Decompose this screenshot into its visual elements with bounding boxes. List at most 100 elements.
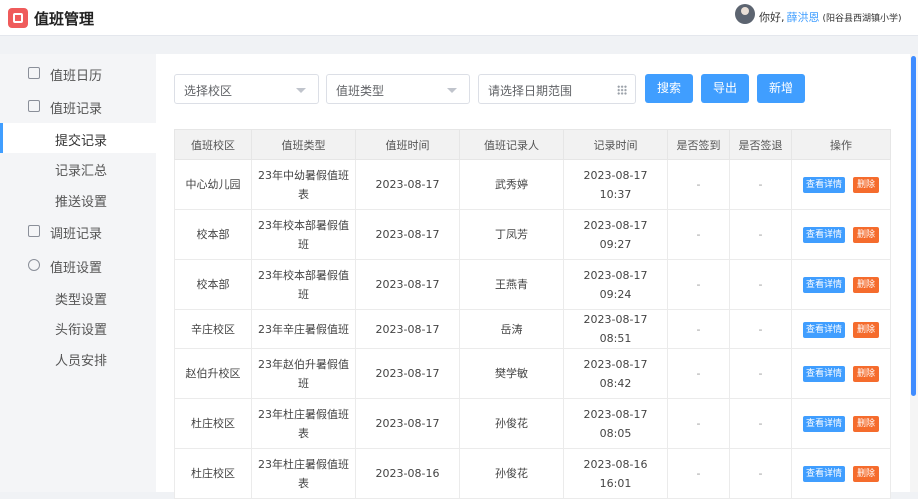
add-button[interactable]: 新增: [757, 74, 805, 103]
user-info: 你好, 薛洪恩 (阳谷县西湖镇小学): [759, 9, 902, 25]
export-button[interactable]: 导出: [701, 74, 749, 103]
date-range-picker[interactable]: 请选择日期范围: [478, 74, 636, 104]
cell-record-time: 2023-08-17 10:37: [563, 159, 668, 210]
cell-signin: -: [667, 159, 730, 210]
cell-record-time: 2023-08-16 16:01: [563, 448, 668, 499]
calendar-icon: [28, 67, 40, 79]
user-name-link[interactable]: 薛洪恩: [787, 11, 820, 24]
cell-record-time: 2023-08-17 09:24: [563, 259, 668, 310]
cell-campus: 辛庄校区: [174, 309, 252, 349]
cell-campus: 校本部: [174, 209, 252, 260]
cell-type: 23年校本部暑假值班: [251, 259, 356, 310]
cell-campus: 杜庄校区: [174, 398, 252, 449]
cell-date: 2023-08-17: [355, 209, 460, 260]
cell-type: 23年校本部暑假值班: [251, 209, 356, 260]
cell-actions: 查看详情 删除: [791, 159, 891, 210]
cell-signout: -: [729, 309, 792, 349]
app-logo-icon: [8, 8, 28, 28]
cell-recorder: 孙俊花: [459, 448, 564, 499]
sidebar-item-shift-swap[interactable]: 调班记录: [0, 216, 156, 246]
view-details-button[interactable]: 查看详情: [802, 321, 845, 338]
column-header: 是否签到: [667, 129, 730, 160]
app-title: 值班管理: [34, 10, 95, 28]
header-spacer: [0, 36, 918, 54]
cell-type: 23年赵伯升暑假值班: [251, 348, 356, 399]
cell-signout: -: [729, 159, 792, 210]
view-details-button[interactable]: 查看详情: [802, 227, 845, 243]
cell-recorder: 岳涛: [459, 309, 564, 349]
cell-signin: -: [667, 209, 730, 260]
campus-select-placeholder: 选择校区: [184, 84, 233, 98]
sidebar-item-label: 记录汇总: [55, 164, 108, 179]
delete-button[interactable]: 删除: [853, 321, 880, 338]
user-avatar[interactable]: [735, 4, 755, 24]
cell-date: 2023-08-17: [355, 348, 460, 399]
sidebar-item-submit-records[interactable]: 提交记录: [0, 123, 156, 153]
sidebar-item-push-settings[interactable]: 推送设置: [0, 184, 156, 214]
cell-actions: 查看详情 删除: [791, 448, 891, 499]
sidebar-item-record-summary[interactable]: 记录汇总: [0, 153, 156, 183]
top-header: 值班管理 你好, 薛洪恩 (阳谷县西湖镇小学): [0, 0, 918, 36]
sidebar-item-label: 类型设置: [55, 293, 108, 308]
sidebar-item-type-settings[interactable]: 类型设置: [0, 282, 156, 312]
view-details-button[interactable]: 查看详情: [802, 277, 845, 293]
cell-actions: 查看详情 删除: [791, 259, 891, 310]
table-header-row: 值班校区 值班类型 值班时间 值班记录人 记录时间 是否签到 是否签退 操作: [174, 129, 891, 160]
view-details-button[interactable]: 查看详情: [802, 466, 845, 482]
table-row: 中心幼儿园 23年中幼暑假值班表 2023-08-17 武秀婷 2023-08-…: [174, 159, 891, 210]
gear-icon: [28, 259, 40, 271]
delete-button[interactable]: 删除: [853, 466, 880, 482]
sidebar-item-label: 值班记录: [50, 102, 103, 117]
cell-signin: -: [667, 398, 730, 449]
cell-campus: 赵伯升校区: [174, 348, 252, 399]
cell-type: 23年辛庄暑假值班: [251, 309, 356, 349]
sidebar-item-label: 提交记录: [55, 134, 108, 149]
cell-record-time: 2023-08-17 08:42: [563, 348, 668, 399]
campus-select[interactable]: 选择校区: [174, 74, 319, 104]
scrollbar-thumb[interactable]: [911, 56, 916, 396]
cell-recorder: 武秀婷: [459, 159, 564, 210]
record-icon: [28, 100, 40, 112]
sidebar-item-label: 值班设置: [50, 261, 103, 276]
delete-button[interactable]: 删除: [853, 177, 880, 193]
sidebar-item-title-settings[interactable]: 头衔设置: [0, 312, 156, 342]
chevron-down-icon: [447, 88, 457, 93]
duty-type-select[interactable]: 值班类型: [326, 74, 470, 104]
column-header: 记录时间: [563, 129, 668, 160]
delete-button[interactable]: 删除: [853, 277, 880, 293]
view-details-button[interactable]: 查看详情: [802, 366, 845, 382]
sidebar-item-duty-settings[interactable]: 值班设置: [0, 250, 156, 280]
delete-button[interactable]: 删除: [853, 366, 880, 382]
table-row: 校本部 23年校本部暑假值班 2023-08-17 王燕青 2023-08-17…: [174, 259, 891, 310]
column-header: 操作: [791, 129, 891, 160]
cell-date: 2023-08-17: [355, 309, 460, 349]
sidebar-item-duty-records[interactable]: 值班记录: [0, 91, 156, 121]
duty-type-select-placeholder: 值班类型: [336, 84, 385, 98]
delete-button[interactable]: 删除: [853, 416, 880, 432]
cell-campus: 中心幼儿园: [174, 159, 252, 210]
cell-type: 23年杜庄暑假值班表: [251, 398, 356, 449]
sidebar-item-label: 值班日历: [50, 69, 103, 84]
sidebar-item-duty-calendar[interactable]: 值班日历: [0, 58, 156, 88]
date-range-placeholder: 请选择日期范围: [488, 84, 573, 98]
cell-record-time: 2023-08-17 08:51: [563, 309, 668, 349]
cell-recorder: 樊学敏: [459, 348, 564, 399]
column-header: 值班校区: [174, 129, 252, 160]
cell-type: 23年中幼暑假值班表: [251, 159, 356, 210]
cell-signin: -: [667, 348, 730, 399]
delete-button[interactable]: 删除: [853, 227, 880, 243]
greeting-text: 你好,: [759, 11, 785, 24]
cell-actions: 查看详情 删除: [791, 309, 891, 349]
vertical-scrollbar[interactable]: [910, 54, 918, 492]
cell-signin: -: [667, 448, 730, 499]
search-button[interactable]: 搜索: [645, 74, 693, 103]
cell-recorder: 王燕青: [459, 259, 564, 310]
sidebar-item-staff-arrangement[interactable]: 人员安排: [0, 343, 156, 373]
view-details-button[interactable]: 查看详情: [802, 416, 845, 432]
chevron-down-icon: [296, 88, 306, 93]
cell-date: 2023-08-17: [355, 259, 460, 310]
duty-records-table: 值班校区 值班类型 值班时间 值班记录人 记录时间 是否签到 是否签退 操作 中…: [174, 129, 891, 499]
column-header: 是否签退: [729, 129, 792, 160]
view-details-button[interactable]: 查看详情: [802, 177, 845, 193]
sidebar-item-label: 人员安排: [55, 354, 108, 369]
